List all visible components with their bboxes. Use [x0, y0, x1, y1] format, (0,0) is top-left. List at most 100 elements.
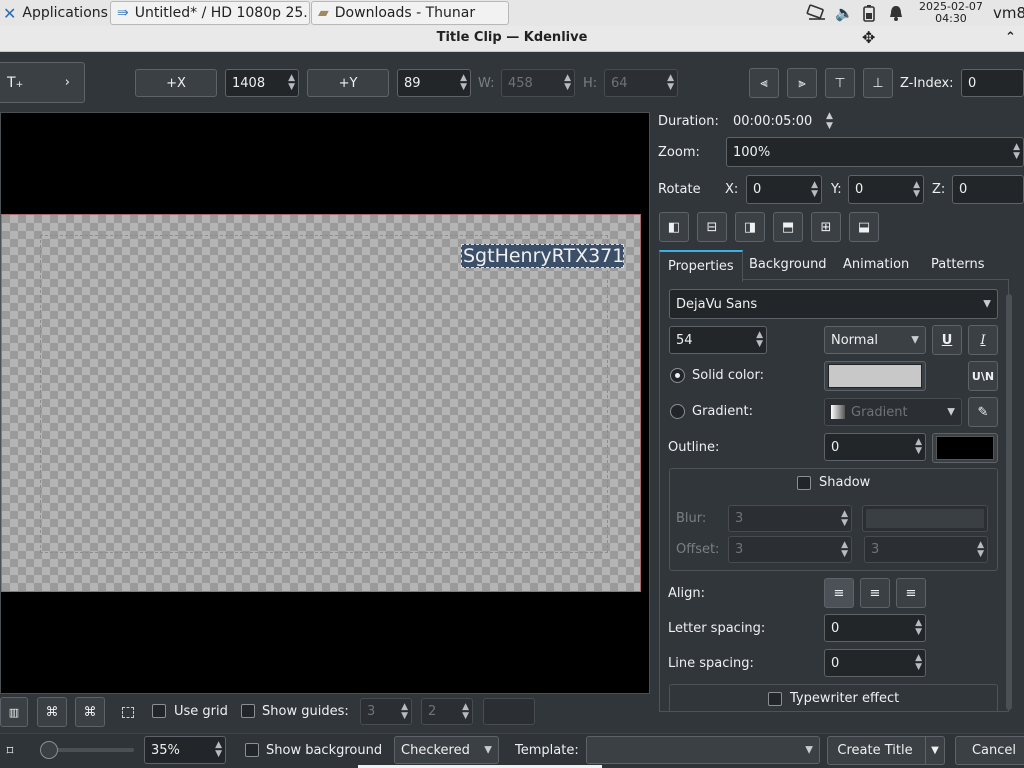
spin-arrows-icon[interactable]: ▲ ▼	[564, 74, 571, 92]
x-position-input[interactable]: 1408 ▲ ▼	[225, 69, 299, 97]
line-spacing-input[interactable]: 0 ▲ ▼	[824, 649, 926, 677]
rotate-z-input[interactable]: 0	[952, 175, 1024, 204]
maximize-chevron-icon[interactable]: ⌃	[1005, 26, 1016, 50]
title-text-item[interactable]: SgtHenryRTX371	[461, 244, 624, 268]
text-align-left-button[interactable]: ≡	[824, 578, 854, 608]
battery-icon[interactable]	[862, 1, 876, 25]
spin-arrows-icon[interactable]: ▲ ▼	[811, 180, 818, 199]
zoom-percent-input[interactable]: 35% ▲ ▼	[144, 736, 226, 764]
z-index-input[interactable]: 0	[961, 69, 1024, 97]
align-right-button[interactable]: ◨	[735, 212, 765, 242]
spin-arrows-icon[interactable]: ▲ ▼	[913, 180, 920, 199]
applications-menu[interactable]: ✕ Applications ☰	[3, 1, 109, 25]
toggle-panel-button[interactable]: ▥	[0, 697, 28, 727]
font-weight-select[interactable]: Normal ▼	[824, 326, 926, 354]
tab-patterns[interactable]: Patterns	[923, 250, 993, 280]
create-title-button[interactable]: Create Title ▼	[827, 736, 945, 765]
spin-arrows-icon[interactable]: ▲ ▼	[288, 74, 295, 92]
tab-animation[interactable]: Animation	[835, 250, 917, 280]
text-tool-button[interactable]: T+ ›	[0, 62, 85, 103]
gradient-select[interactable]: Gradient ▼	[824, 398, 962, 426]
text-align-right-button[interactable]: ≡	[896, 578, 926, 608]
show-guides-checkbox[interactable]	[241, 704, 255, 718]
align-top-edge-button[interactable]: ⊤	[825, 68, 855, 98]
spin-arrows-icon[interactable]: ▲ ▼	[977, 540, 984, 559]
align-hcenter-button[interactable]: ⊟	[697, 212, 727, 242]
task-kdenlive[interactable]: ⇛ Untitled* / HD 1080p 25...	[110, 1, 310, 25]
title-frame[interactable]: SgtHenryRTX371	[1, 214, 641, 592]
font-size-input[interactable]: 54 ▲ ▼	[669, 326, 767, 354]
width-input[interactable]: 458 ▲ ▼	[501, 69, 575, 97]
align-vcenter-button[interactable]: ⊞	[811, 212, 841, 242]
background-mode-select[interactable]: Checkered ▼	[394, 736, 499, 764]
show-background-checkbox[interactable]	[245, 743, 259, 757]
solid-color-radio[interactable]	[670, 368, 685, 383]
zoom-slider-handle[interactable]	[40, 741, 58, 759]
height-input[interactable]: 64 ▲ ▼	[604, 69, 678, 97]
align-right-edge-button[interactable]: ⫸	[787, 68, 817, 98]
guides-color-button[interactable]	[483, 698, 535, 725]
italic-button[interactable]: I	[968, 325, 998, 355]
guides-vertical-input[interactable]: 2 ▲ ▼	[421, 698, 473, 725]
spin-arrows-icon[interactable]: ▲ ▼	[915, 654, 922, 672]
align-left-edge-button[interactable]: ⫷	[749, 68, 779, 98]
create-title-menu-icon[interactable]: ▼	[925, 737, 944, 764]
tab-background[interactable]: Background	[741, 250, 835, 280]
clock[interactable]: 2025-02-07 04:30	[919, 0, 983, 26]
align-bottom-edge-button[interactable]: ⊥	[863, 68, 893, 98]
edit-gradient-button[interactable]: ✎	[968, 397, 998, 427]
align-left-button[interactable]: ◧	[659, 212, 689, 242]
unselect-all-button[interactable]	[113, 697, 143, 727]
align-top-button[interactable]: ⬒	[773, 212, 803, 242]
y-position-input[interactable]: 89 ▲ ▼	[397, 69, 471, 97]
cancel-button[interactable]: Cancel	[955, 736, 1024, 765]
properties-scrollbar[interactable]	[1006, 294, 1012, 710]
tab-properties[interactable]: Properties	[659, 250, 743, 282]
spin-arrows-icon[interactable]: ▲ ▼	[667, 74, 674, 92]
select-all-items-button[interactable]: ⌘	[37, 697, 67, 727]
outline-color-button[interactable]	[932, 433, 998, 463]
window-titlebar[interactable]: Title Clip — Kdenlive ✥ ⌃	[0, 26, 1024, 52]
plus-y-button[interactable]: +Y	[307, 69, 389, 97]
shadow-blur-input[interactable]: 3 ▲ ▼	[728, 505, 852, 532]
spin-arrows-icon[interactable]: ▲ ▼	[841, 540, 848, 559]
font-family-select[interactable]: DejaVu Sans ▼	[669, 289, 998, 319]
align-bottom-button[interactable]: ⬓	[849, 212, 879, 242]
shadow-offset-y-input[interactable]: 3 ▲ ▼	[864, 536, 988, 563]
network-icon[interactable]	[806, 1, 828, 25]
use-grid-checkbox[interactable]	[152, 704, 166, 718]
outline-width-input[interactable]: 0 ▲ ▼	[824, 433, 926, 461]
uppercase-toggle-button[interactable]: U\N	[968, 361, 998, 391]
text-align-center-button[interactable]: ≡	[860, 578, 890, 608]
plus-x-button[interactable]: +X	[135, 69, 217, 97]
volume-icon[interactable]: 🔈	[835, 1, 854, 25]
gradient-radio[interactable]	[670, 404, 685, 419]
template-select[interactable]: ▼	[586, 736, 820, 764]
typewriter-checkbox[interactable]	[768, 692, 782, 706]
shadow-checkbox[interactable]	[797, 476, 811, 490]
spin-arrows-icon[interactable]: ▲ ▼	[401, 702, 408, 721]
spin-arrows-icon[interactable]: ▲ ▼	[915, 619, 922, 637]
select-text-items-button[interactable]: ⌘	[75, 697, 105, 727]
spin-arrows-icon[interactable]: ▲ ▼	[915, 438, 922, 456]
spin-arrows-icon[interactable]: ▲ ▼	[462, 702, 469, 721]
spin-arrows-icon[interactable]: ▲ ▼	[841, 509, 848, 528]
fit-zoom-button[interactable]: ⌑	[0, 736, 20, 766]
rotate-x-input[interactable]: 0 ▲ ▼	[746, 175, 822, 204]
zoom-input[interactable]: 100% ▲ ▼	[726, 137, 1024, 167]
underline-button[interactable]: U	[932, 325, 962, 355]
notifications-bell-icon[interactable]	[888, 1, 904, 25]
spin-arrows-icon[interactable]: ▲ ▼	[1013, 143, 1020, 161]
user-menu[interactable]: vm8	[993, 1, 1024, 25]
zoom-slider[interactable]	[40, 741, 136, 759]
guides-horizontal-input[interactable]: 3 ▲ ▼	[360, 698, 412, 725]
shadow-offset-x-input[interactable]: 3 ▲ ▼	[728, 536, 852, 563]
canvas-view[interactable]: SgtHenryRTX371	[0, 112, 650, 694]
letter-spacing-input[interactable]: 0 ▲ ▼	[824, 614, 926, 642]
spin-arrows-icon[interactable]: ▲ ▼	[460, 74, 467, 92]
spin-arrows-icon[interactable]: ▲ ▼	[215, 741, 222, 759]
shadow-color-button[interactable]	[862, 505, 988, 532]
task-thunar[interactable]: ▰ Downloads - Thunar	[311, 1, 509, 25]
spin-arrows-icon[interactable]: ▲ ▼	[756, 331, 763, 349]
solid-color-button[interactable]	[824, 361, 926, 391]
